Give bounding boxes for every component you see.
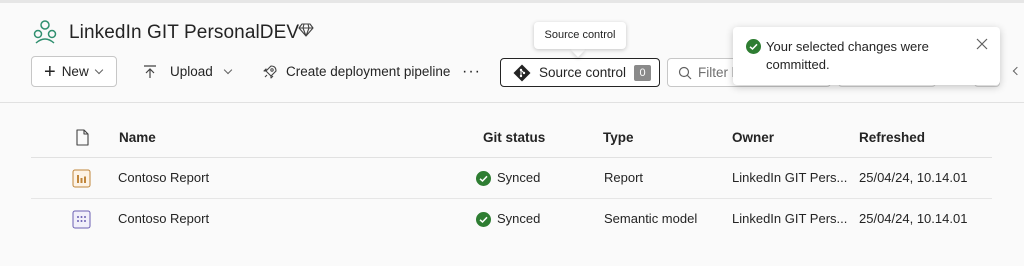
report-icon <box>72 169 91 188</box>
row-git-status: Synced <box>476 158 540 198</box>
workspace-title: LinkedIn GIT PersonalDEV <box>69 22 300 43</box>
source-control-button[interactable]: Source control 0 <box>500 58 660 87</box>
upload-icon <box>144 64 156 78</box>
row-type: Report <box>604 170 644 185</box>
create-pipeline-label: Create deployment pipeline <box>286 64 451 79</box>
close-icon[interactable] <box>975 37 989 51</box>
source-control-tooltip: Source control <box>534 22 626 49</box>
row-git-status: Synced <box>476 199 540 239</box>
row-refreshed: 25/04/24, 10.14.01 <box>859 170 968 185</box>
column-header-owner[interactable]: Owner <box>732 119 774 157</box>
file-type-icon <box>76 129 89 146</box>
more-options-label: ··· <box>462 62 481 80</box>
synced-check-icon <box>476 211 491 227</box>
column-header-name[interactable]: Name <box>119 119 156 157</box>
row-refreshed: 25/04/24, 10.14.01 <box>859 211 968 226</box>
workspace-icon <box>33 20 57 44</box>
create-pipeline-button[interactable]: Create deployment pipeline <box>262 56 450 87</box>
source-control-label: Source control <box>539 65 627 80</box>
row-name[interactable]: Contoso Report <box>118 199 209 239</box>
chevron-down-icon <box>94 65 103 74</box>
upload-button[interactable]: Upload <box>142 56 233 87</box>
new-button-label: New <box>61 64 89 79</box>
semantic-model-icon <box>72 210 91 229</box>
column-header-refreshed[interactable]: Refreshed <box>859 119 925 157</box>
row-name[interactable]: Contoso Report <box>118 158 209 198</box>
column-header-git-status[interactable]: Git status <box>483 119 545 157</box>
git-status-text: Synced <box>497 211 541 226</box>
row-owner: LinkedIn GIT Pers... <box>732 211 848 226</box>
row-type: Semantic model <box>604 211 698 226</box>
success-check-icon <box>746 39 761 54</box>
synced-check-icon <box>476 170 491 186</box>
chevron-down-icon <box>223 65 233 74</box>
new-button[interactable]: + New <box>31 56 117 87</box>
search-icon <box>678 66 692 79</box>
toast-message: Your selected changes were committed. <box>766 39 929 72</box>
more-options-button[interactable]: ··· <box>462 56 481 87</box>
row-owner: LinkedIn GIT Pers... <box>732 170 848 185</box>
changes-count-badge: 0 <box>634 64 652 81</box>
plus-icon: + <box>44 60 56 83</box>
column-header-type[interactable]: Type <box>603 119 634 157</box>
success-toast: Your selected changes were committed. <box>733 27 1000 85</box>
upload-label: Upload <box>170 64 213 79</box>
git-status-text: Synced <box>497 170 541 185</box>
premium-diamond-icon <box>298 23 314 37</box>
rocket-icon <box>263 64 277 79</box>
git-icon <box>513 64 531 81</box>
